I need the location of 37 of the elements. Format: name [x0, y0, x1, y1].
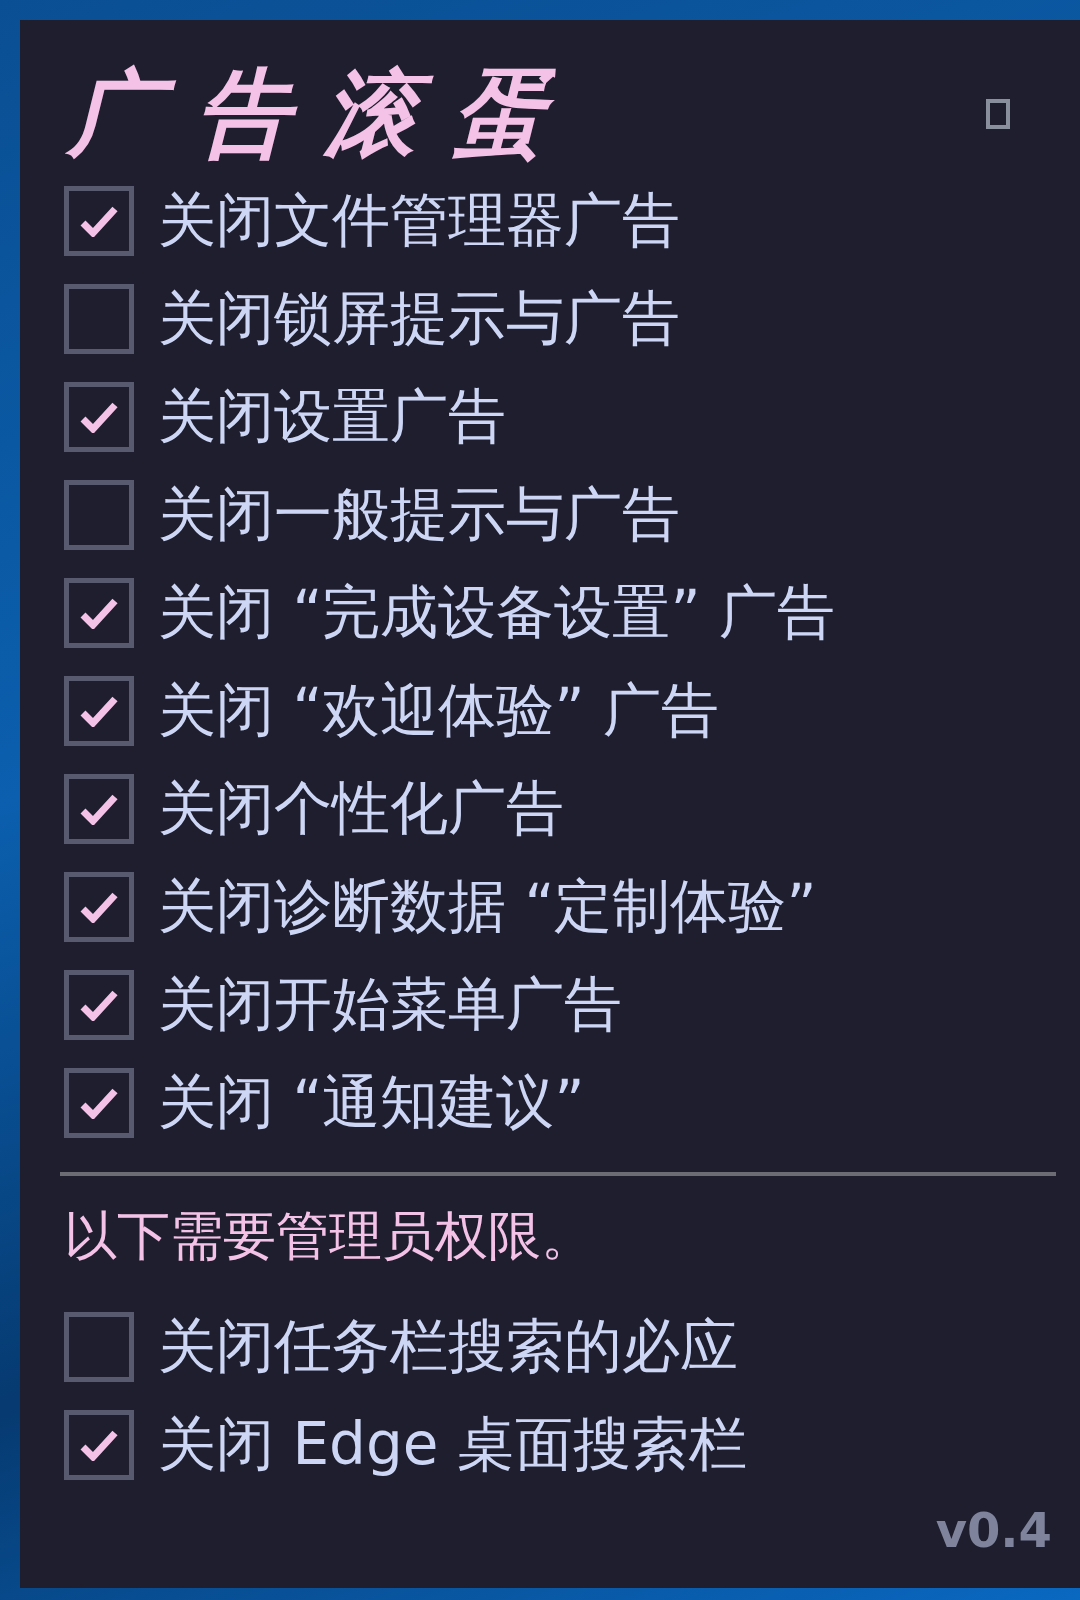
version-label: v0.4	[935, 1501, 1053, 1560]
checkbox[interactable]	[64, 284, 134, 354]
rectangle-icon[interactable]	[986, 99, 1010, 129]
checkbox-label: 关闭开始菜单广告	[158, 973, 622, 1037]
checkbox[interactable]	[64, 774, 134, 844]
checkbox[interactable]	[64, 186, 134, 256]
checkmark-icon	[80, 1429, 118, 1461]
checkbox-label: 关闭任务栏搜索的必应	[158, 1315, 738, 1379]
checkbox-label: 关闭文件管理器广告	[158, 189, 680, 253]
checkbox-label: 关闭 “欢迎体验” 广告	[158, 679, 719, 743]
checkbox-label: 关闭锁屏提示与广告	[158, 287, 680, 351]
checkbox-label: 关闭 “通知建议”	[158, 1071, 585, 1135]
checkbox[interactable]	[64, 1410, 134, 1480]
checkmark-icon	[80, 205, 118, 237]
checkbox-label: 关闭设置广告	[158, 385, 506, 449]
checkmark-icon	[80, 891, 118, 923]
checkmark-icon	[80, 401, 118, 433]
checkbox[interactable]	[64, 382, 134, 452]
checkbox-label: 关闭一般提示与广告	[158, 483, 680, 547]
checkmark-icon	[80, 793, 118, 825]
checkbox[interactable]	[64, 872, 134, 942]
checkbox[interactable]	[64, 676, 134, 746]
checkbox[interactable]	[64, 480, 134, 550]
checkbox-label: 关闭 Edge 桌面搜索栏	[158, 1413, 747, 1477]
checkbox[interactable]	[64, 1312, 134, 1382]
checkmark-icon	[80, 597, 118, 629]
checkmark-icon	[80, 989, 118, 1021]
checkbox-label: 关闭个性化广告	[158, 777, 564, 841]
checkbox-label: 关闭 “完成设备设置” 广告	[158, 581, 835, 645]
checkbox[interactable]	[64, 1068, 134, 1138]
checkbox[interactable]	[64, 970, 134, 1040]
app-title: 广告滚蛋	[64, 57, 592, 171]
admin-note: 以下需要管理员权限。	[64, 1204, 594, 1268]
checkmark-icon	[80, 695, 118, 727]
checkbox-label: 关闭诊断数据 “定制体验”	[158, 875, 817, 939]
checkbox[interactable]	[64, 578, 134, 648]
checkmark-icon	[80, 1087, 118, 1119]
